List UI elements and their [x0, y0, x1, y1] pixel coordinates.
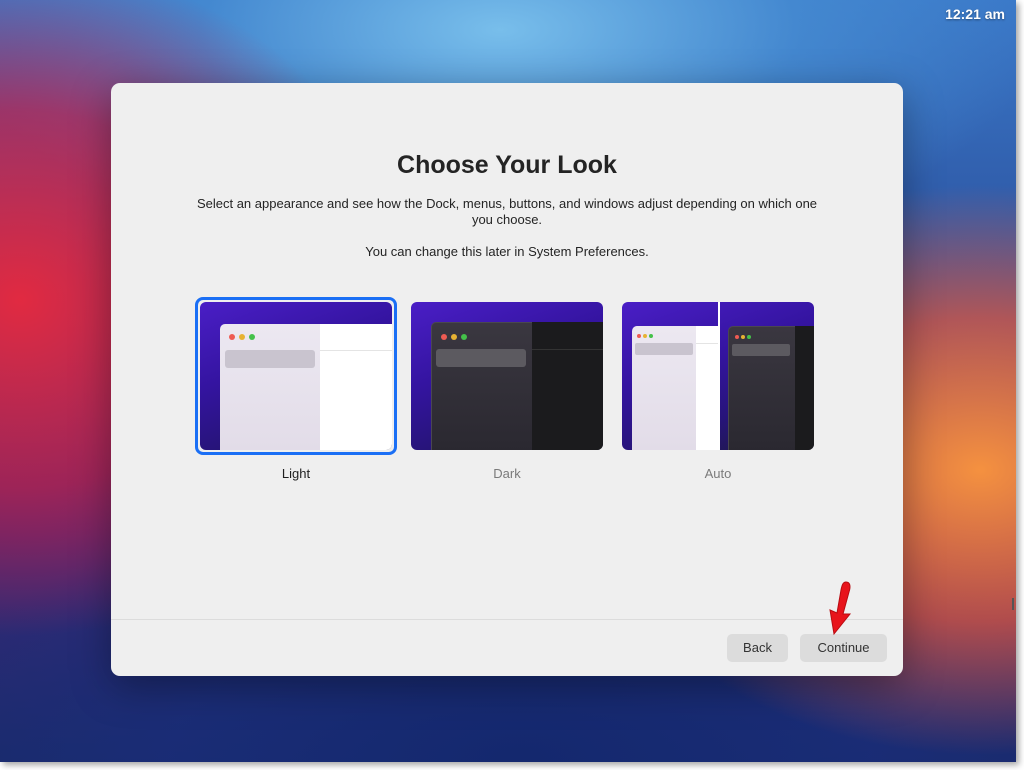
footer-divider [111, 619, 903, 620]
mouse-cursor-icon [1012, 598, 1014, 610]
annotation-arrow-icon [829, 581, 852, 636]
light-preview-thumbnail[interactable] [200, 302, 392, 450]
menubar-clock[interactable]: 12:21 am [945, 6, 1005, 22]
appearance-option-label: Auto [704, 466, 732, 481]
dark-preview-thumbnail[interactable] [411, 302, 603, 450]
setup-assistant-window: Choose Your Look Select an appearance an… [111, 83, 903, 676]
page-title: Choose Your Look [397, 151, 617, 179]
auto-preview-thumbnail[interactable] [622, 302, 814, 450]
appearance-option-label: Dark [493, 466, 521, 481]
page-note: You can change this later in System Pref… [365, 244, 649, 259]
back-button[interactable]: Back [727, 634, 788, 662]
appearance-option-label: Light [281, 466, 311, 481]
continue-button[interactable]: Continue [800, 634, 887, 662]
page-description: Select an appearance and see how the Doc… [196, 196, 818, 227]
desktop: 12:21 am Choose Your Look Select an appe… [0, 0, 1016, 762]
